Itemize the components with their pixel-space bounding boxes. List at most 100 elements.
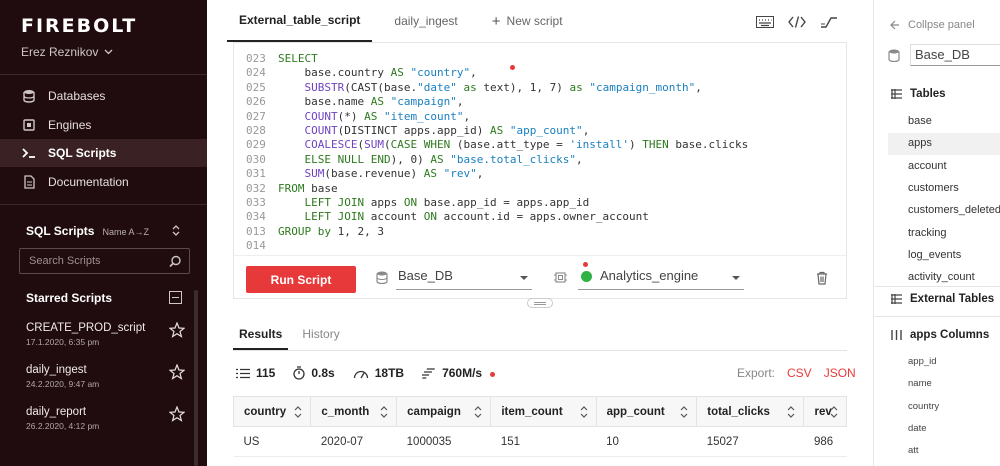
table-item-tracking[interactable]: tracking (908, 227, 947, 239)
code-token: SELECT (278, 52, 318, 65)
starred-script-item[interactable]: daily_ingest 24.2.2020, 9:47 am (26, 364, 191, 389)
engine-select[interactable]: Analytics_engine (578, 268, 744, 290)
sidebar-scrollbar[interactable] (194, 290, 198, 466)
rows-stat: 115 (236, 366, 275, 380)
divider (0, 74, 207, 75)
search-icon[interactable] (169, 255, 182, 268)
starred-script-item[interactable]: CREATE_PROD_script 17.1.2020, 6:35 pm (26, 322, 191, 347)
sort-arrows-icon[interactable] (787, 406, 795, 418)
collapse-panel-button[interactable]: Collpse panel (890, 19, 975, 31)
column-header-c-month[interactable]: c_month (310, 396, 398, 427)
table-item-account[interactable]: account (908, 160, 947, 172)
external-tables-header[interactable]: External Tables (891, 293, 994, 305)
table-item-apps[interactable]: apps (888, 133, 1000, 155)
column-header-app-count[interactable]: app_count (595, 396, 698, 427)
table-item-base[interactable]: base (908, 115, 932, 127)
collapse-starred-button[interactable] (169, 291, 182, 304)
tab-results[interactable]: Results (233, 320, 289, 350)
results-tabs: Results History (233, 320, 354, 350)
column-item[interactable]: country (908, 401, 939, 412)
columns-icon (891, 330, 902, 340)
nav-engines[interactable]: Engines (0, 111, 207, 139)
scanned-stat: 18TB (353, 366, 404, 380)
code-token: "date" (417, 80, 457, 94)
panel-database-value[interactable]: Base_DB (910, 44, 1000, 66)
resize-handle[interactable] (527, 298, 553, 308)
user-menu[interactable]: Erez Reznikov (21, 45, 113, 59)
sort-arrows-icon[interactable] (830, 406, 838, 418)
star-icon[interactable] (169, 364, 185, 380)
table-item-log-events[interactable]: log_events (908, 249, 961, 261)
keyboard-icon[interactable] (756, 16, 774, 28)
code-area[interactable]: 023 SELECT 024 base.country AS "country",… (246, 52, 755, 254)
code-token: AS (423, 167, 437, 181)
column-header-total-clicks[interactable]: total_clicks (696, 396, 805, 427)
export-label: Export: (737, 366, 776, 380)
trash-icon[interactable] (816, 271, 828, 285)
nav-documentation[interactable]: Documentation (0, 168, 207, 196)
sort-arrows-icon[interactable] (580, 406, 588, 418)
column-item[interactable]: att (908, 445, 919, 456)
code-token: base.name (278, 95, 371, 109)
star-icon[interactable] (169, 406, 185, 422)
table-row[interactable]: US 2020-07 1000035 151 10 15027 986 (233, 426, 847, 457)
sort-label[interactable]: Name A→Z (102, 227, 149, 237)
code-token: FROM (278, 181, 305, 195)
column-header-campaign[interactable]: campaign (396, 396, 492, 427)
table-item-activity-count[interactable]: activity_count (908, 271, 975, 283)
code-token: "campaign" (383, 95, 457, 109)
search-scripts-input[interactable] (20, 249, 160, 273)
code-icon[interactable] (788, 16, 806, 28)
new-script-button[interactable]: + New script (480, 0, 575, 42)
export-json-link[interactable]: JSON (824, 366, 856, 380)
table-body: US 2020-07 1000035 151 10 15027 986 (233, 426, 847, 457)
code-token: base.country (278, 66, 391, 80)
step-chart-icon[interactable] (820, 16, 838, 28)
column-item[interactable]: app_id (908, 356, 937, 367)
tab-history[interactable]: History (296, 320, 345, 350)
line-number: 029 (246, 138, 266, 152)
sort-arrows-icon[interactable] (380, 406, 388, 418)
column-header-item-count[interactable]: item_count (490, 396, 597, 427)
code-line: 014 (246, 239, 755, 253)
starred-script-item[interactable]: daily_report 26.2.2020, 4:12 pm (26, 406, 191, 431)
tab-external-table-script[interactable]: External_table_script (227, 0, 373, 42)
column-item[interactable]: date (908, 423, 927, 434)
column-header-country[interactable]: country (232, 396, 312, 427)
code-line: 029 COALESCE(SUM(CASE WHEN (base.att_typ… (246, 138, 755, 152)
scanned-value: 18TB (374, 366, 405, 380)
sort-arrows-icon[interactable] (294, 406, 302, 418)
editor-toolbar (756, 16, 838, 28)
run-script-button[interactable]: Run Script (246, 266, 356, 293)
sql-editor[interactable]: 023 SELECT 024 base.country AS "country",… (233, 42, 847, 299)
export-csv-link[interactable]: CSV (787, 366, 812, 380)
panel-database-select[interactable]: Base_DB (888, 44, 1000, 66)
table-item-customers[interactable]: customers (908, 182, 959, 194)
sort-arrows-icon[interactable] (680, 406, 688, 418)
sort-arrows-icon[interactable] (474, 406, 482, 418)
script-date: 24.2.2020, 9:47 am (26, 379, 100, 389)
code-token: ON (403, 196, 418, 210)
caret-down-icon (520, 276, 528, 280)
table-cell: 1000035 (396, 426, 491, 457)
table-item-customers-deleted[interactable]: customers_deleted (908, 204, 1000, 216)
code-token: LEFT JOIN (304, 196, 365, 210)
column-header-rev[interactable]: rev (803, 396, 847, 427)
column-header-label: country (244, 405, 287, 418)
code-token: (*) (337, 109, 365, 123)
code-token: ON (423, 210, 437, 224)
nav-databases[interactable]: Databases (0, 82, 207, 110)
database-select[interactable]: Base_DB (396, 268, 532, 290)
tab-daily-ingest[interactable]: daily_ingest (382, 0, 469, 42)
code-token: (DISTINCT apps.app_id) (337, 124, 490, 138)
columns-header: apps Columns (891, 329, 989, 341)
code-token: SUBSTR (304, 80, 345, 94)
nav-sql-scripts[interactable]: SQL Scripts (0, 139, 207, 167)
tables-title: Tables (910, 88, 946, 100)
line-number: 023 (246, 52, 266, 65)
column-item[interactable]: name (908, 378, 932, 389)
gauge-icon (353, 370, 368, 378)
collapse-panel-label: Collpse panel (908, 19, 975, 31)
sort-icon[interactable] (171, 224, 181, 237)
star-icon[interactable] (169, 322, 185, 338)
